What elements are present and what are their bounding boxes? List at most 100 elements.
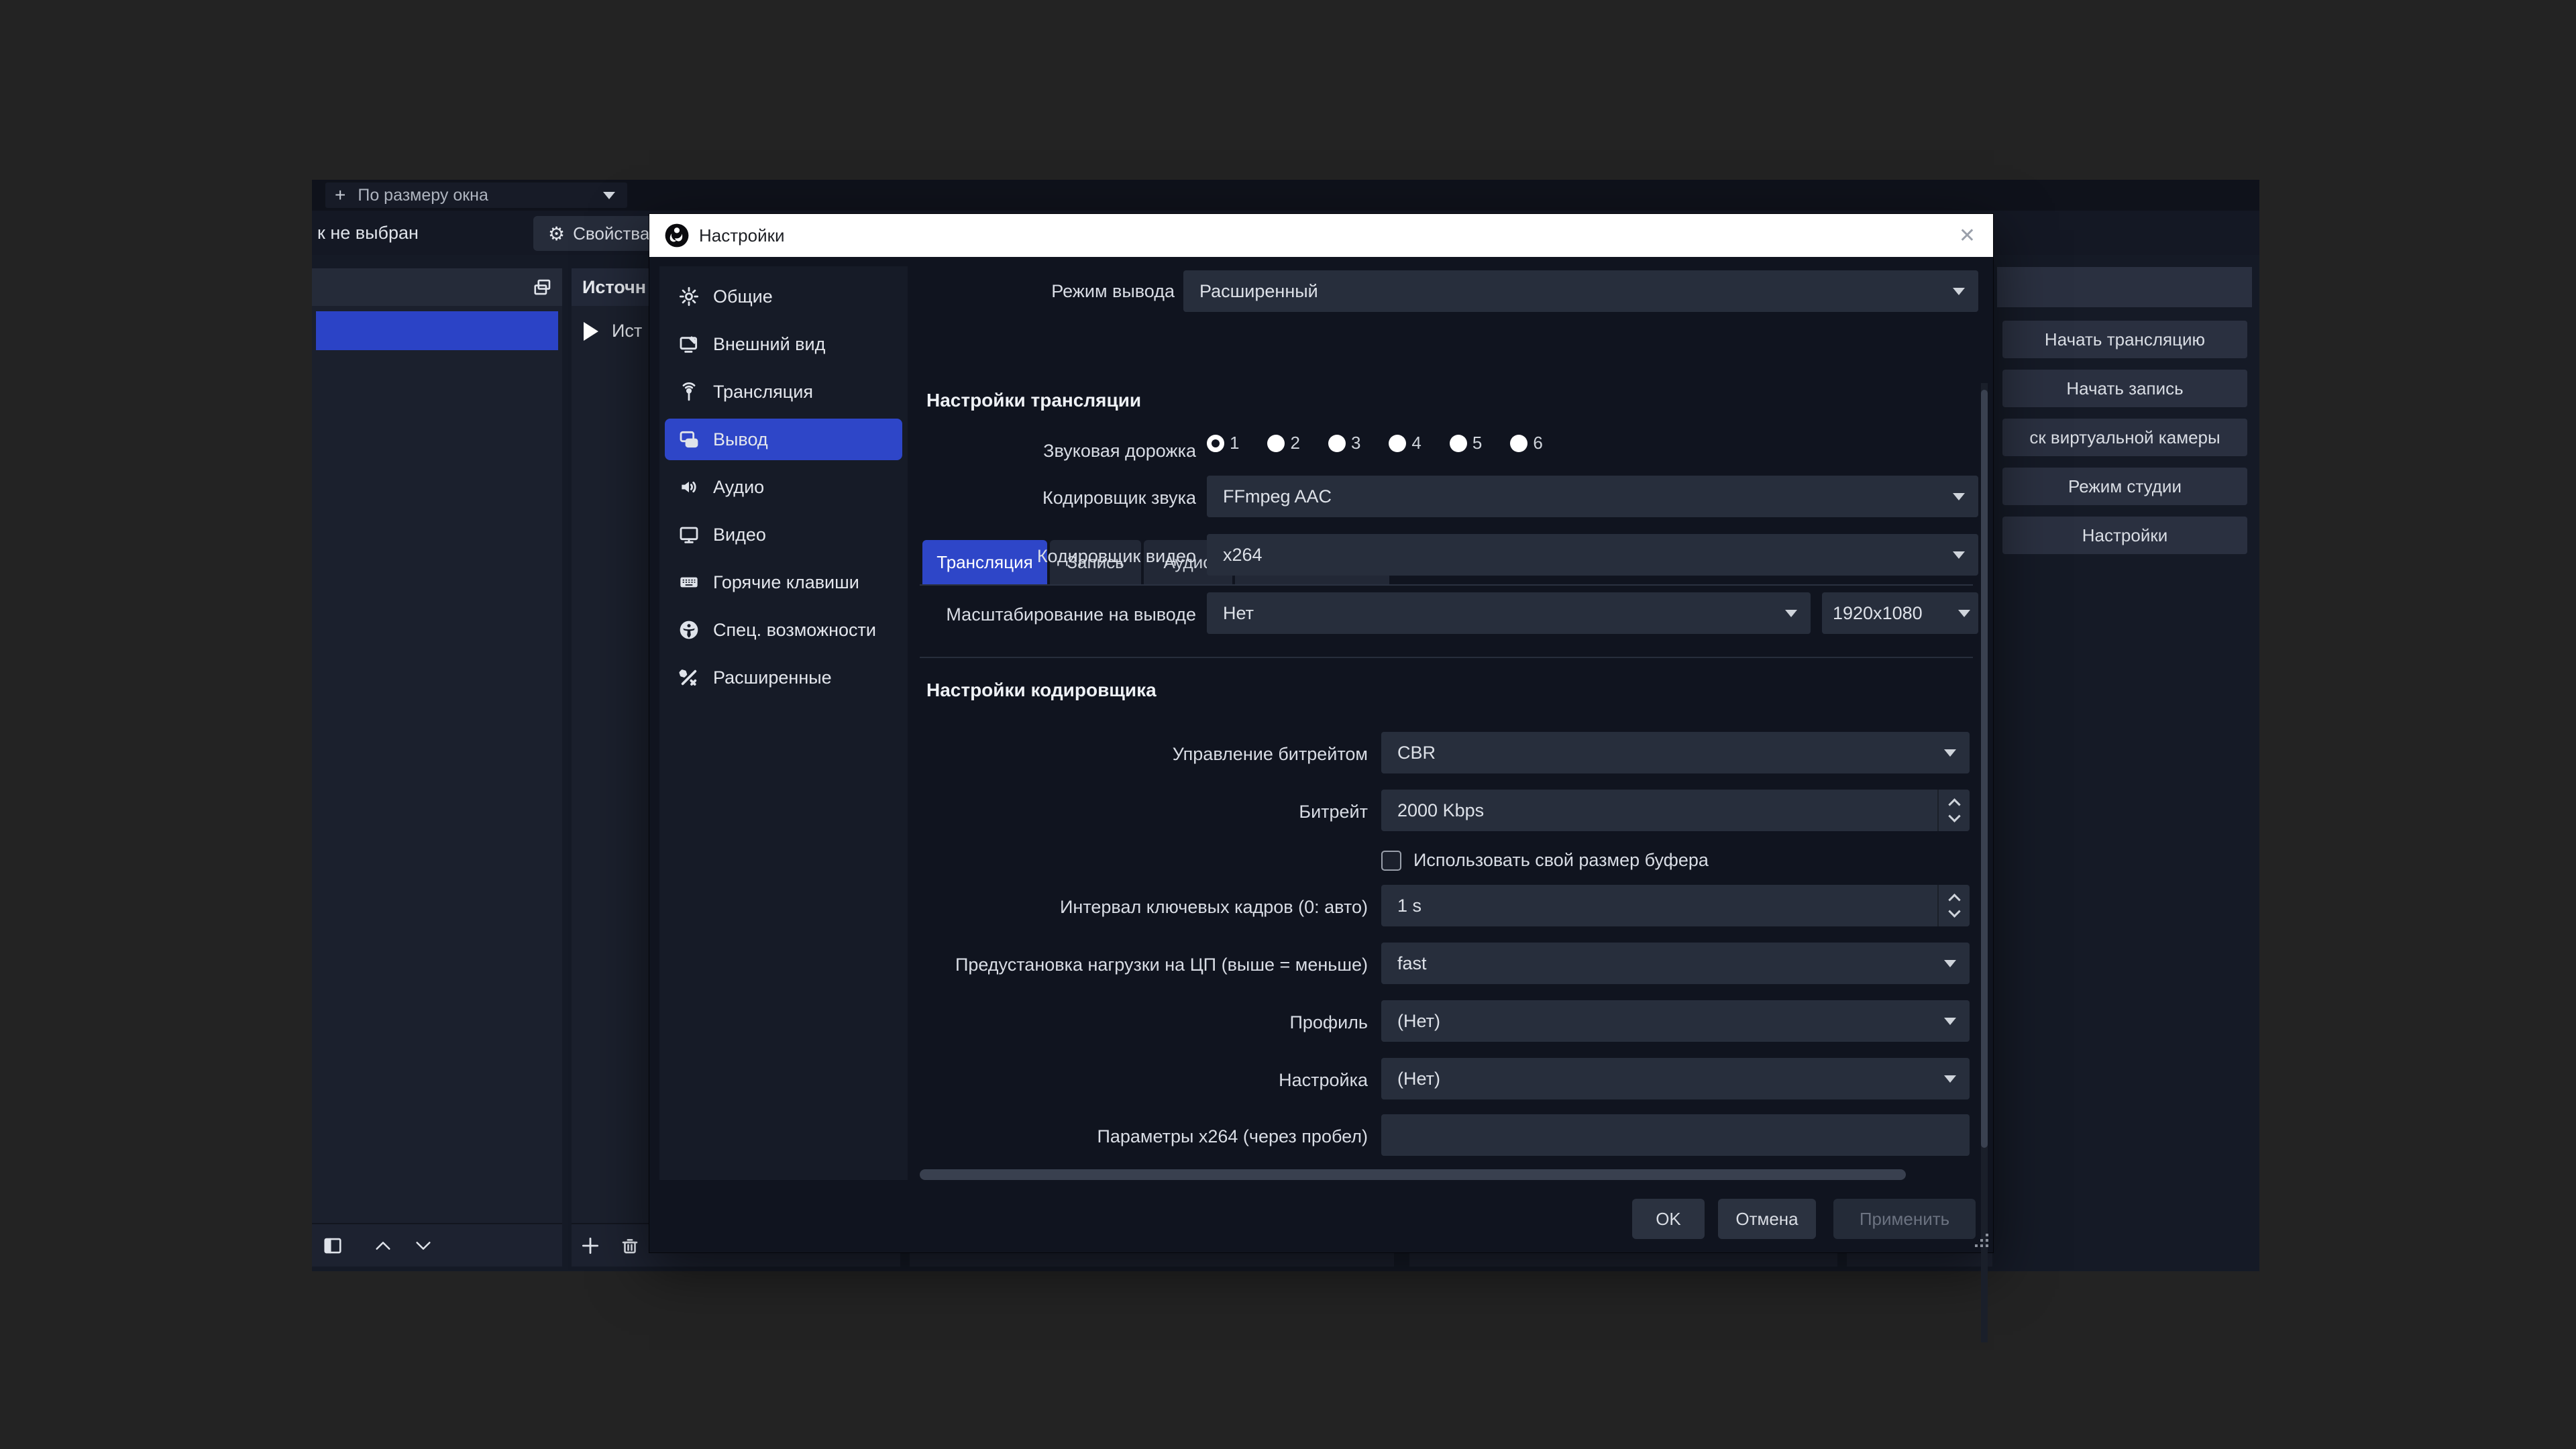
radio-icon xyxy=(1510,435,1527,452)
preview-scale-dropdown[interactable]: + По размеру окна xyxy=(325,182,627,208)
sidebar-item-hotkeys[interactable]: Горячие клавиши xyxy=(665,561,902,603)
spin-up-icon[interactable] xyxy=(1948,894,1960,906)
output-mode-value: Расширенный xyxy=(1199,281,1318,302)
sidebar-item-appearance[interactable]: Внешний вид xyxy=(665,323,902,365)
radio-track-6[interactable]: 6 xyxy=(1510,433,1542,453)
sidebar-item-accessibility[interactable]: Спец. возможности xyxy=(665,609,902,651)
vertical-scrollbar-thumb[interactable] xyxy=(1981,390,1988,1148)
profile-select[interactable]: (Нет) xyxy=(1381,1000,1970,1042)
settings-dialog: Настройки ✕ Общие Внешний вид Трансляц xyxy=(649,213,1994,1253)
radio-track-3[interactable]: 3 xyxy=(1328,433,1360,453)
cpu-preset-select[interactable]: fast xyxy=(1381,943,1970,984)
dialog-titlebar[interactable]: Настройки ✕ xyxy=(649,214,1993,257)
add-source-icon[interactable] xyxy=(580,1235,601,1256)
resize-grip[interactable] xyxy=(1975,1234,1990,1248)
cancel-button[interactable]: Отмена xyxy=(1718,1199,1816,1239)
gear-icon xyxy=(678,286,700,307)
output-mode-label: Режим вывода xyxy=(920,281,1175,302)
audio-track-label: Звуковая дорожка xyxy=(920,441,1196,462)
spin-down-icon[interactable] xyxy=(1948,810,1960,822)
checkbox-icon[interactable] xyxy=(1381,851,1401,871)
radio-label: 6 xyxy=(1533,433,1542,453)
rate-control-value: CBR xyxy=(1397,743,1436,763)
settings-button[interactable]: Настройки xyxy=(2002,517,2247,554)
sidebar-label: Внешний вид xyxy=(713,334,825,355)
close-icon[interactable]: ✕ xyxy=(1959,224,1976,248)
video-encoder-value: x264 xyxy=(1223,545,1263,566)
selected-scene-row[interactable] xyxy=(316,311,558,350)
horizontal-scrollbar[interactable] xyxy=(920,1169,1906,1180)
spin-buttons[interactable] xyxy=(1937,790,1970,831)
video-encoder-select[interactable]: x264 xyxy=(1207,534,1978,576)
cpu-preset-label: Предустановка нагрузки на ЦП (выше = мен… xyxy=(920,955,1368,975)
chevron-down-icon xyxy=(1953,551,1965,559)
radio-label: 4 xyxy=(1411,433,1421,453)
x264-opts-label: Параметры x264 (через пробел) xyxy=(920,1126,1368,1147)
rescale-select[interactable]: Нет xyxy=(1207,592,1811,634)
obs-logo-icon xyxy=(664,223,690,248)
sidebar-label: Общие xyxy=(713,286,773,307)
properties-button[interactable]: ⚙ Свойства xyxy=(533,216,664,251)
audio-encoder-label: Кодировщик звука xyxy=(920,488,1196,508)
studio-mode-label: Режим студии xyxy=(2068,476,2182,497)
radio-track-4[interactable]: 4 xyxy=(1389,433,1421,453)
ok-button[interactable]: OK xyxy=(1632,1199,1705,1239)
rescale-resolution-select[interactable]: 1920x1080 xyxy=(1822,592,1978,634)
grid-panel-icon[interactable] xyxy=(323,1236,343,1256)
remove-source-trash-icon[interactable] xyxy=(620,1235,640,1256)
start-streaming-button[interactable]: Начать трансляцию xyxy=(2002,321,2247,358)
keyint-value: 1 s xyxy=(1397,896,1421,916)
bitrate-spinbox[interactable]: 2000 Kbps xyxy=(1381,790,1970,831)
radio-icon xyxy=(1207,435,1224,452)
sidebar-label: Видео xyxy=(713,525,766,545)
plus-icon: + xyxy=(335,184,345,206)
gear-icon: ⚙ xyxy=(548,223,565,245)
radio-track-2[interactable]: 2 xyxy=(1267,433,1299,453)
profile-label: Профиль xyxy=(920,1012,1368,1033)
virtual-camera-button[interactable]: ск виртуальной камеры xyxy=(2002,419,2247,456)
sidebar-label: Трансляция xyxy=(713,382,813,402)
custom-buffer-checkbox-row[interactable]: Использовать свой размер буфера xyxy=(1381,850,1709,871)
virtual-camera-label: ск виртуальной камеры xyxy=(2029,427,2220,448)
preview-toolbar: + По размеру окна xyxy=(312,180,2259,211)
sidebar-item-output[interactable]: Вывод xyxy=(665,419,902,460)
radio-track-5[interactable]: 5 xyxy=(1450,433,1482,453)
keyint-spinbox[interactable]: 1 s xyxy=(1381,885,1970,926)
sidebar-item-video[interactable]: Видео xyxy=(665,514,902,555)
radio-icon xyxy=(1328,435,1346,452)
move-down-icon[interactable] xyxy=(414,1238,433,1254)
start-recording-button[interactable]: Начать запись xyxy=(2002,370,2247,407)
sidebar-label: Горячие клавиши xyxy=(713,572,859,593)
tune-value: (Нет) xyxy=(1397,1069,1440,1089)
controls-dock-spacer xyxy=(1997,267,2252,307)
audio-encoder-select[interactable]: FFmpeg AAC xyxy=(1207,476,1978,517)
apply-button[interactable]: Применить xyxy=(1833,1199,1976,1239)
audio-track-radio-group: 1 2 3 4 5 6 xyxy=(1207,433,1571,453)
spin-buttons[interactable] xyxy=(1937,885,1970,926)
rate-control-select[interactable]: CBR xyxy=(1381,732,1970,773)
sidebar-item-general[interactable]: Общие xyxy=(665,276,902,317)
output-mode-select[interactable]: Расширенный xyxy=(1183,270,1978,312)
sidebar-label: Расширенные xyxy=(713,667,832,688)
settings-label: Настройки xyxy=(2082,525,2168,546)
radio-track-1[interactable]: 1 xyxy=(1207,433,1239,453)
sidebar-item-stream[interactable]: Трансляция xyxy=(665,371,902,413)
spin-down-icon[interactable] xyxy=(1948,905,1960,917)
tune-select[interactable]: (Нет) xyxy=(1381,1058,1970,1099)
vertical-scrollbar[interactable] xyxy=(1981,383,1988,1342)
preview-scale-label: По размеру окна xyxy=(358,186,488,205)
rescale-value: Нет xyxy=(1223,603,1254,624)
move-up-icon[interactable] xyxy=(374,1238,392,1254)
spin-up-icon[interactable] xyxy=(1948,798,1960,810)
output-icon xyxy=(678,429,700,450)
rate-control-label: Управление битрейтом xyxy=(920,744,1368,765)
studio-mode-button[interactable]: Режим студии xyxy=(2002,468,2247,505)
source-list-item[interactable]: Ист xyxy=(584,321,642,341)
audio-encoder-value: FFmpeg AAC xyxy=(1223,486,1332,507)
rescale-label: Масштабирование на выводе xyxy=(920,604,1196,625)
x264-opts-input[interactable] xyxy=(1381,1114,1970,1156)
layered-windows-icon[interactable] xyxy=(533,277,553,297)
sidebar-item-audio[interactable]: Аудио xyxy=(665,466,902,508)
sidebar-item-advanced[interactable]: Расширенные xyxy=(665,657,902,698)
start-recording-label: Начать запись xyxy=(2066,378,2183,399)
